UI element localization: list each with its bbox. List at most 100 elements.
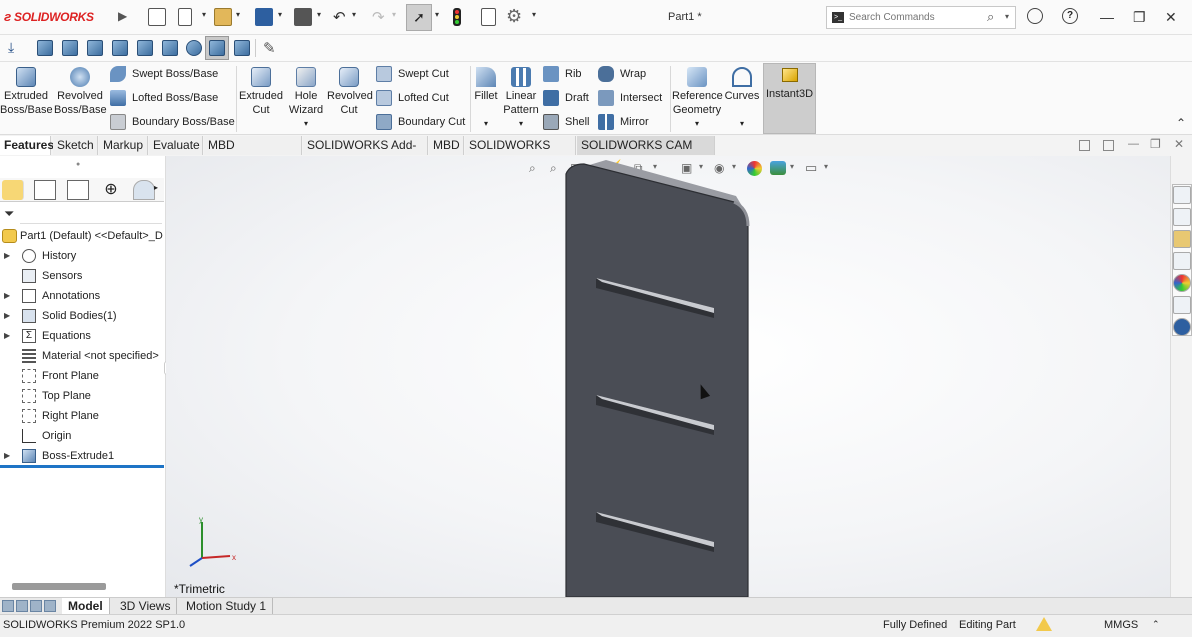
tab-nav-first-icon[interactable] <box>2 600 14 612</box>
apply-scene-icon[interactable] <box>770 161 786 175</box>
intersect-button[interactable]: Intersect <box>598 89 662 107</box>
custom-properties-icon[interactable] <box>1173 296 1191 314</box>
view-palette-icon[interactable] <box>1173 252 1191 270</box>
zoom-to-fit-icon[interactable]: ⌕ <box>529 161 536 176</box>
view-front-icon[interactable] <box>37 40 53 56</box>
expand-arrow-icon[interactable]: ▶ <box>4 306 10 326</box>
rebuild-icon[interactable] <box>453 8 461 26</box>
panel-tab-scroll-icon[interactable]: ▸ <box>154 183 158 192</box>
apply-scene-dropdown-icon[interactable]: ▾ <box>790 162 794 171</box>
tab-mbd-dimensions[interactable]: MBD Dimensions <box>204 136 302 171</box>
reference-geometry-button[interactable]: Reference Geometry ▾ <box>672 64 723 131</box>
open-dropdown-icon[interactable]: ▾ <box>236 10 240 19</box>
tree-item-top-plane[interactable]: Top Plane <box>0 386 164 406</box>
tab-3d-views[interactable]: 3D Views <box>114 598 178 614</box>
property-manager-tab-icon[interactable] <box>34 180 56 200</box>
instant3d-button[interactable]: Instant3D <box>763 63 816 134</box>
linear-pattern-button[interactable]: Linear Pattern ▾ <box>502 64 540 131</box>
tree-item-right-plane[interactable]: Right Plane <box>0 406 164 426</box>
unit-system-dropdown-icon[interactable]: ⌃ <box>1152 619 1160 630</box>
view-right-icon[interactable] <box>112 40 128 56</box>
dimxpert-manager-tab-icon[interactable]: ⊕ <box>100 180 122 200</box>
panel-grip[interactable]: ● <box>76 161 80 168</box>
mirror-button[interactable]: Mirror <box>598 113 649 131</box>
curves-button[interactable]: Curves ▾ <box>724 64 760 131</box>
tree-item-origin[interactable]: Origin <box>0 426 164 446</box>
extruded-cut-button[interactable]: Extruded Cut <box>237 64 285 117</box>
expand-arrow-icon[interactable]: ▶ <box>4 286 10 306</box>
viewport-close-icon[interactable]: ✕ <box>1174 137 1184 151</box>
view-selector-pencil-icon[interactable]: ✎ <box>263 39 276 57</box>
help-icon[interactable]: ? <box>1062 8 1078 24</box>
feature-manager-tab-icon[interactable] <box>2 180 24 200</box>
view-left-icon[interactable] <box>87 40 103 56</box>
view-settings-icon[interactable]: ▭ <box>805 160 817 176</box>
tree-item-history[interactable]: ▶ History <box>0 246 164 266</box>
tree-item-equations[interactable]: ▶ Σ Equations <box>0 326 164 346</box>
tree-item-solid-bodies[interactable]: ▶ Solid Bodies(1) <box>0 306 164 326</box>
tab-motion-study-1[interactable]: Motion Study 1 <box>180 598 274 614</box>
rib-button[interactable]: Rib <box>543 65 582 83</box>
tab-nav-next-icon[interactable] <box>30 600 42 612</box>
extruded-boss-button[interactable]: Extruded Boss/Base <box>0 64 53 117</box>
new-dropdown-icon[interactable]: ▾ <box>202 10 206 19</box>
file-properties-icon[interactable] <box>481 8 496 26</box>
fillet-button[interactable]: Fillet ▾ <box>472 64 500 131</box>
new-document-icon[interactable] <box>178 8 192 26</box>
search-input[interactable] <box>849 10 979 25</box>
revolved-boss-button[interactable]: Revolved Boss/Base <box>54 64 107 117</box>
viewport-minimize-icon[interactable]: — <box>1128 138 1139 150</box>
viewport-restore-icon[interactable]: ❐ <box>1150 137 1161 151</box>
reference-geometry-dropdown-icon[interactable]: ▾ <box>672 117 722 131</box>
lofted-cut-button[interactable]: Lofted Cut <box>376 89 449 107</box>
configuration-manager-tab-icon[interactable] <box>67 180 89 200</box>
tab-mbd[interactable]: MBD <box>429 136 464 155</box>
curves-dropdown-icon[interactable]: ▾ <box>724 117 760 131</box>
rebuild-warning-icon[interactable] <box>1036 617 1052 631</box>
tab-features[interactable]: Features <box>0 136 54 155</box>
tab-nav-last-icon[interactable] <box>44 600 56 612</box>
tab-solidworks-cam-tbm[interactable]: SOLIDWORKS CAM TBM <box>577 136 715 171</box>
tree-item-annotations[interactable]: ▶ Annotations <box>0 286 164 306</box>
hole-wizard-dropdown-icon[interactable]: ▾ <box>286 117 326 131</box>
select-icon[interactable]: ➚ <box>406 4 432 31</box>
options-gear-icon[interactable]: ⚙ <box>506 6 522 27</box>
save-dropdown-icon[interactable]: ▾ <box>278 10 282 19</box>
tab-nav-prev-icon[interactable] <box>16 600 28 612</box>
tree-item-boss-extrude1[interactable]: ▶ Boss-Extrude1 <box>0 446 164 466</box>
search-dropdown-icon[interactable]: ▾ <box>1005 12 1009 21</box>
display-manager-tab-icon[interactable] <box>133 180 155 200</box>
tab-solidworks-cam[interactable]: SOLIDWORKS CAM <box>465 136 576 171</box>
search-icon[interactable]: ⌕ <box>987 9 994 25</box>
view-back-icon[interactable] <box>62 40 78 56</box>
expand-arrow-icon[interactable]: ▶ <box>4 446 10 466</box>
tab-model[interactable]: Model <box>62 598 110 614</box>
solidworks-forum-icon[interactable] <box>1173 318 1191 336</box>
swept-cut-button[interactable]: Swept Cut <box>376 65 449 83</box>
unit-system-text[interactable]: MMGS <box>1104 619 1138 631</box>
fillet-dropdown-icon[interactable]: ▾ <box>472 117 500 131</box>
lofted-boss-button[interactable]: Lofted Boss/Base <box>110 89 218 107</box>
tree-item-sensors[interactable]: Sensors <box>0 266 164 286</box>
draft-button[interactable]: Draft <box>543 89 589 107</box>
restore-window-icon[interactable]: ❐ <box>1133 9 1146 26</box>
user-account-icon[interactable] <box>1027 8 1043 24</box>
expand-arrow-icon[interactable]: ▶ <box>4 326 10 346</box>
panel-horizontal-scrollbar[interactable] <box>12 583 106 590</box>
view-isometric-icon[interactable] <box>186 40 202 56</box>
tab-evaluate[interactable]: Evaluate <box>149 136 203 155</box>
menu-expand-arrow-icon[interactable]: ▶ <box>118 9 127 23</box>
open-folder-icon[interactable] <box>214 8 232 26</box>
part-model[interactable] <box>546 156 766 597</box>
tab-solidworks-add-ins[interactable]: SOLIDWORKS Add-Ins <box>303 136 428 171</box>
file-explorer-icon[interactable] <box>1173 230 1191 248</box>
viewport-tile-left-icon[interactable] <box>1079 140 1090 151</box>
collapse-ribbon-icon[interactable]: ⌃ <box>1176 116 1186 130</box>
view-settings-dropdown-icon[interactable]: ▾ <box>824 162 828 171</box>
print-dropdown-icon[interactable]: ▾ <box>317 10 321 19</box>
undo-dropdown-icon[interactable]: ▾ <box>352 10 356 19</box>
linear-pattern-dropdown-icon[interactable]: ▾ <box>502 117 540 131</box>
design-library-icon[interactable] <box>1173 208 1191 226</box>
view-trimetric-icon[interactable] <box>234 40 250 56</box>
normal-to-icon[interactable]: ⤓ <box>8 39 14 56</box>
